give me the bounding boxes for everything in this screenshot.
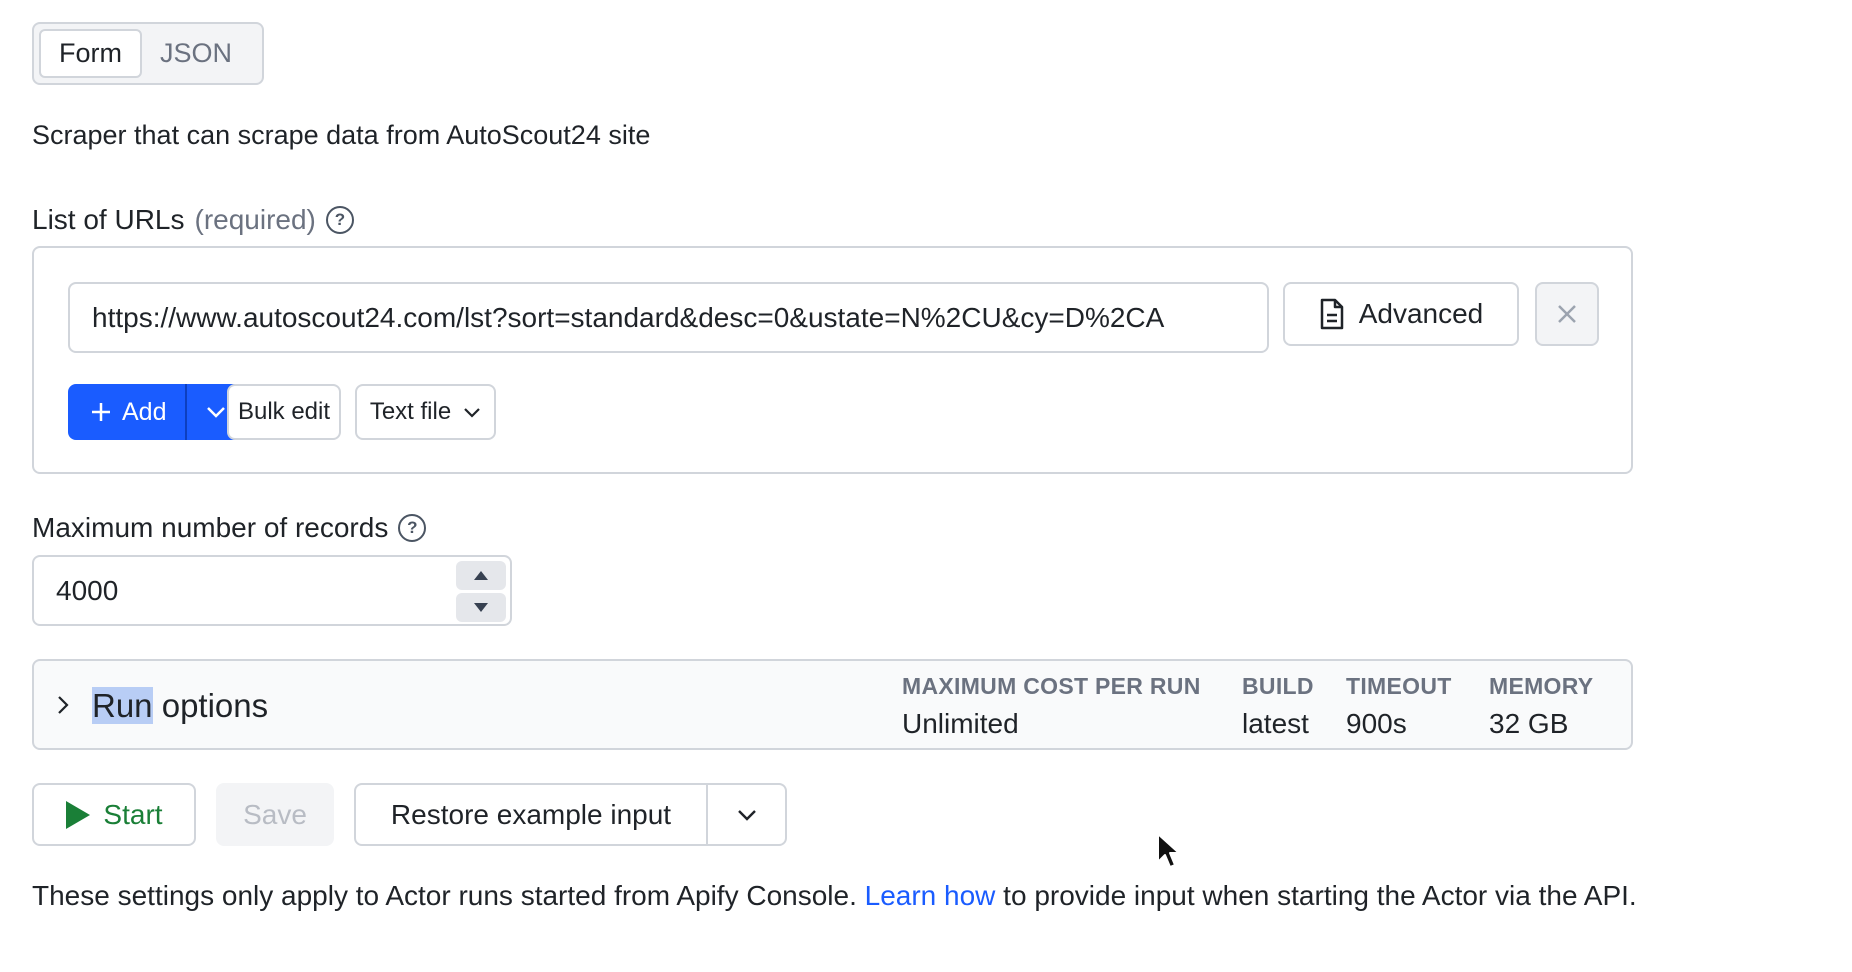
required-marker: (required) — [194, 204, 316, 235]
text-file-label: Text file — [369, 398, 452, 425]
max-records-input[interactable]: 4000 — [32, 555, 512, 626]
max-records-value: 4000 — [56, 574, 119, 606]
learn-how-link[interactable]: Learn how — [865, 880, 996, 911]
restore-label: Restore example input — [390, 798, 672, 830]
chevron-down-icon — [207, 407, 225, 418]
remove-url-button[interactable] — [1535, 282, 1599, 346]
advanced-label: Advanced — [1358, 298, 1484, 329]
start-label: Start — [103, 798, 163, 830]
save-button[interactable]: Save — [216, 783, 334, 846]
stat-key: MAXIMUM COST PER RUN — [902, 673, 1201, 699]
url-input[interactable]: https://www.autoscout24.com/lst?sort=sta… — [68, 282, 1269, 353]
actor-input-page: Form JSON Scraper that can scrape data f… — [0, 0, 1852, 972]
urls-label: List of URLs (required) ? — [32, 204, 354, 236]
help-icon[interactable]: ? — [325, 206, 354, 234]
add-label: Add — [122, 397, 167, 426]
run-options-title: Run options — [92, 687, 268, 725]
restore-example-button[interactable]: Restore example input — [356, 785, 706, 844]
add-button-group: Add — [68, 384, 245, 440]
run-options-title-rest: options — [152, 687, 269, 724]
note-text-after: to provide input when starting the Actor… — [995, 880, 1637, 911]
urls-label-text: List of URLs — [32, 204, 185, 235]
stat-timeout: TIMEOUT 900s — [1346, 673, 1452, 740]
save-label: Save — [243, 798, 307, 830]
run-options-title-highlight: Run — [92, 687, 153, 724]
settings-note: These settings only apply to Actor runs … — [32, 876, 1652, 916]
stat-value: latest — [1242, 708, 1309, 739]
increment-button[interactable] — [456, 561, 506, 590]
stat-value: 32 GB — [1489, 708, 1569, 739]
note-text-before: These settings only apply to Actor runs … — [32, 880, 865, 911]
chevron-down-icon — [464, 407, 480, 418]
max-records-label-text: Maximum number of records — [32, 512, 389, 543]
stat-value: Unlimited — [902, 708, 1019, 739]
play-icon — [66, 800, 91, 829]
stat-max-cost: MAXIMUM COST PER RUN Unlimited — [902, 673, 1201, 740]
tab-form[interactable]: Form — [39, 29, 142, 78]
urls-editor: https://www.autoscout24.com/lst?sort=sta… — [32, 246, 1633, 474]
bulk-edit-label: Bulk edit — [237, 398, 331, 425]
max-records-label: Maximum number of records ? — [32, 512, 427, 544]
tab-json[interactable]: JSON — [142, 29, 250, 78]
caret-up-icon — [474, 571, 488, 580]
run-options-panel[interactable]: Run options MAXIMUM COST PER RUN Unlimit… — [32, 659, 1633, 750]
stat-memory: MEMORY 32 GB — [1489, 673, 1593, 740]
caret-down-icon — [474, 603, 488, 612]
actor-description: Scraper that can scrape data from AutoSc… — [32, 120, 651, 150]
stat-key: TIMEOUT — [1346, 673, 1452, 699]
stat-key: MEMORY — [1489, 673, 1594, 699]
chevron-down-icon — [737, 809, 756, 821]
stat-build: BUILD latest — [1242, 673, 1314, 740]
input-mode-toggle: Form JSON — [32, 22, 264, 85]
close-icon — [1558, 305, 1576, 323]
restore-options-dropdown[interactable] — [706, 785, 785, 844]
add-button[interactable]: Add — [68, 384, 185, 440]
help-icon[interactable]: ? — [398, 514, 427, 542]
stat-value: 900s — [1346, 708, 1407, 739]
chevron-right-icon — [58, 696, 69, 714]
decrement-button[interactable] — [456, 593, 506, 622]
document-icon — [1320, 298, 1343, 330]
restore-example-group: Restore example input — [354, 783, 787, 846]
bulk-edit-button[interactable]: Bulk edit — [227, 384, 341, 440]
plus-icon — [92, 403, 110, 421]
stat-key: BUILD — [1242, 673, 1314, 699]
advanced-button[interactable]: Advanced — [1283, 282, 1519, 346]
text-file-dropdown[interactable]: Text file — [355, 384, 496, 440]
start-button[interactable]: Start — [32, 783, 196, 846]
mouse-cursor-icon — [1157, 833, 1180, 868]
